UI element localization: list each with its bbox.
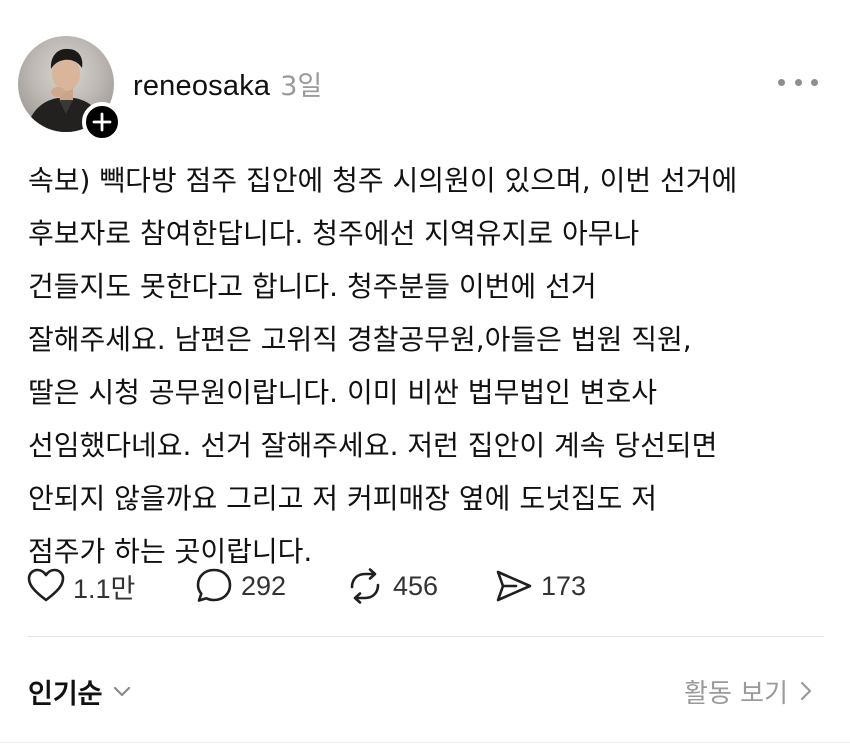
send-icon — [496, 570, 532, 602]
thread-post: reneosaka 3일 속보) 빽다방 점주 집안에 청주 시의원이 있으며,… — [0, 0, 850, 753]
comment-bubble-icon — [196, 568, 232, 602]
post-body-line: 안되지 않을까요 그리고 저 커피매장 옆에 도넛집도 저 — [28, 482, 658, 515]
more-horizontal-icon-dot-1 — [778, 78, 785, 86]
like-count: 1.1만 — [73, 573, 136, 604]
share-button[interactable]: 173 — [494, 566, 586, 606]
post-body: 속보) 빽다방 점주 집안에 청주 시의원이 있으며, 이번 선거에 후보자로 … — [28, 154, 828, 578]
post-body-line: 건들지도 못한다고 합니다. 청주분들 이번에 선거 — [28, 270, 597, 303]
chevron-down-icon — [113, 686, 130, 697]
share-count: 173 — [541, 570, 587, 601]
more-options-button[interactable] — [778, 70, 818, 94]
follow-button[interactable] — [82, 102, 122, 142]
repost-icon — [350, 568, 380, 604]
more-horizontal-icon-dot-3 — [811, 78, 818, 86]
sort-label: 인기순 — [28, 678, 103, 710]
bottom-divider — [0, 742, 850, 743]
divider — [28, 636, 824, 637]
author-avatar-group — [18, 36, 122, 142]
author-username[interactable]: reneosaka — [133, 70, 270, 103]
post-body-line: 딸은 시청 공무원이랍니다. 이미 비싼 법무법인 변호사 — [28, 376, 658, 409]
post-timestamp: 3일 — [280, 71, 323, 102]
activity-label: 활동 보기 — [684, 678, 788, 709]
post-actions: 1.1만 292 456 173 — [26, 562, 586, 610]
chevron-right-icon — [800, 681, 812, 701]
post-body-line: 후보자로 참여한답니다. 청주에선 지역유지로 아무나 — [28, 217, 640, 250]
reply-count: 292 — [241, 570, 287, 601]
more-horizontal-icon-dot-2 — [794, 78, 802, 86]
repost-count: 456 — [393, 570, 439, 601]
post-body-line: 선임했다네요. 선거 잘해주세요. 저런 집안이 계속 당선되면 — [28, 429, 718, 462]
plus-icon — [92, 112, 112, 132]
view-activity-link[interactable]: 활동 보기 — [684, 669, 814, 713]
repost-button[interactable]: 456 — [344, 566, 494, 606]
post-body-line: 속보) 빽다방 점주 집안에 청주 시의원이 있으며, 이번 선거에 — [28, 164, 738, 197]
reply-button[interactable]: 292 — [194, 566, 344, 606]
like-button[interactable]: 1.1만 — [26, 566, 194, 606]
sort-dropdown[interactable]: 인기순 — [28, 669, 133, 713]
post-header: reneosaka 3일 — [133, 64, 322, 104]
post-body-line: 잘해주세요. 남편은 고위직 경찰공무원,아들은 법원 직원, — [28, 323, 692, 356]
heart-icon — [27, 568, 65, 602]
